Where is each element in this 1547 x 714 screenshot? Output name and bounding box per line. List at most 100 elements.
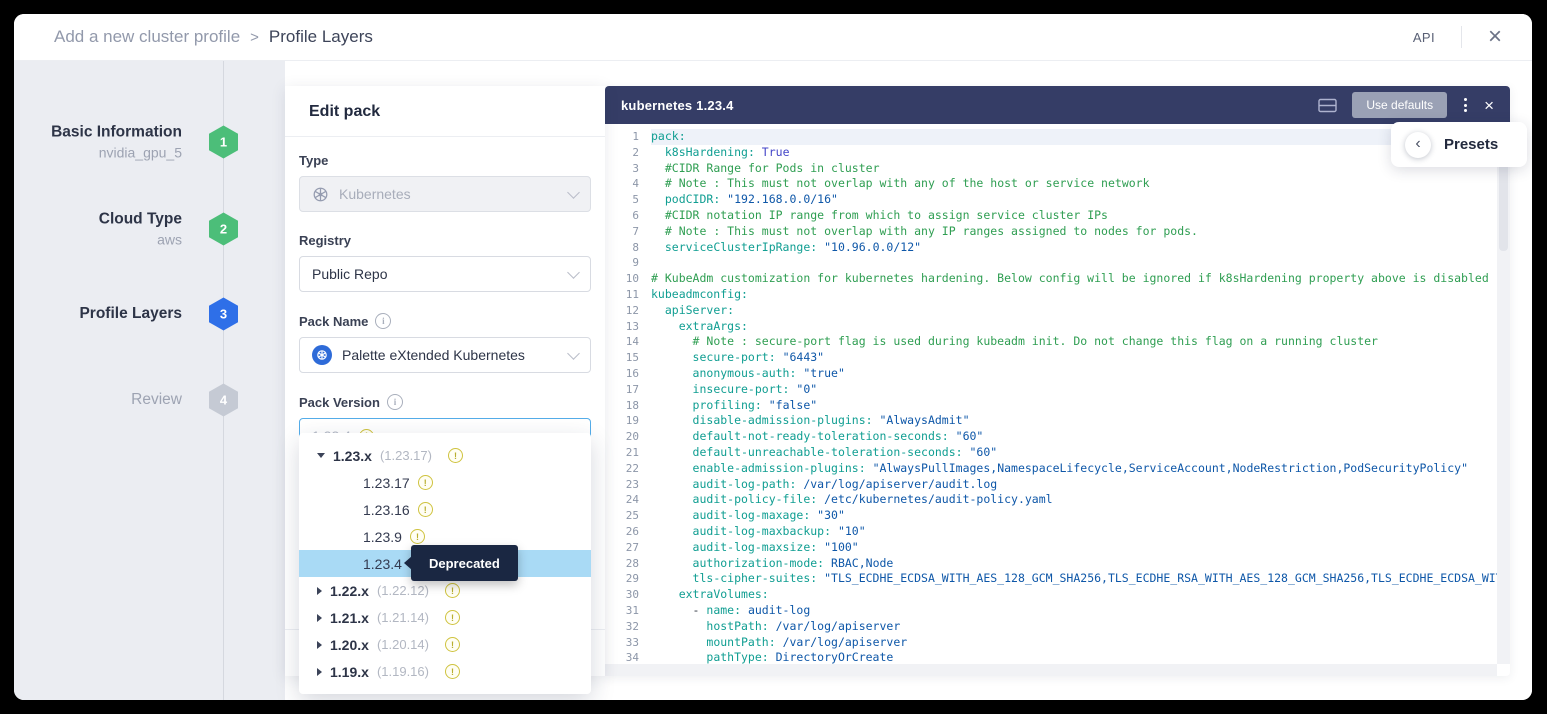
caret-right-icon[interactable] [317,614,322,622]
code-line-25[interactable]: audit-log-maxage: "30" [651,508,1510,524]
registry-value: Public Repo [312,266,388,282]
registry-label: Registry [299,233,351,248]
deprecated-warning-icon: ! [418,502,433,517]
deprecated-warning-icon: ! [445,637,460,652]
step-number-hexagon: 4 [209,384,238,417]
version-option-1.23.17[interactable]: 1.23.17! [299,469,591,496]
code-line-1[interactable]: pack: [651,129,1510,145]
presets-label: Presets [1444,136,1498,153]
deprecated-warning-icon: ! [445,664,460,679]
code-line-15[interactable]: secure-port: "6443" [651,350,1510,366]
version-group-1.23.x[interactable]: 1.23.x(1.23.17)! [299,442,591,469]
more-options-icon[interactable] [1462,96,1469,114]
step-label: Review [131,391,182,409]
code-line-8[interactable]: serviceClusterIpRange: "10.96.0.0/12" [651,240,1510,256]
deprecated-warning-icon: ! [445,583,460,598]
code-line-18[interactable]: profiling: "false" [651,398,1510,414]
registry-select[interactable]: Public Repo [299,256,591,292]
chevron-down-icon [567,186,580,199]
code-line-6[interactable]: #CIDR notation IP range from which to as… [651,208,1510,224]
editor-title: kubernetes 1.23.4 [621,98,734,113]
code-line-22[interactable]: enable-admission-plugins: "AlwaysPullIma… [651,461,1510,477]
code-line-4[interactable]: # Note : This must not overlap with any … [651,176,1510,192]
version-option-1.23.16[interactable]: 1.23.16! [299,496,591,523]
code-line-33[interactable]: mountPath: /var/log/apiserver [651,635,1510,651]
stepper-step-basic-information[interactable]: Basic Informationnvidia_gpu_51 [14,123,285,161]
step-label: Cloud Typeaws [99,211,182,248]
header-divider [1461,26,1462,48]
breadcrumb: Add a new cluster profile > Profile Laye… [54,27,373,47]
code-line-24[interactable]: audit-policy-file: /etc/kubernetes/audit… [651,492,1510,508]
use-defaults-button[interactable]: Use defaults [1352,92,1447,118]
code-line-10[interactable]: # KubeAdm customization for kubernetes h… [651,271,1510,287]
presets-panel: ‹ Presets [1391,122,1527,167]
breadcrumb-separator: > [250,29,259,46]
code-line-27[interactable]: audit-log-maxsize: "100" [651,540,1510,556]
code-line-2[interactable]: k8sHardening: True [651,145,1510,161]
chevron-down-icon [567,347,580,360]
version-group-1.20.x[interactable]: 1.20.x(1.20.14)! [299,631,591,658]
presets-collapse-button[interactable]: ‹ [1405,132,1431,158]
code-line-21[interactable]: default-unreachable-toleration-seconds: … [651,445,1510,461]
chevron-down-icon [567,266,580,279]
code-line-26[interactable]: audit-log-maxbackup: "10" [651,524,1510,540]
stepper-sidebar: Basic Informationnvidia_gpu_51 Cloud Type… [14,61,285,700]
code-line-30[interactable]: extraVolumes: [651,587,1510,603]
horizontal-scrollbar[interactable] [605,664,1497,676]
deprecated-warning-icon: ! [410,529,425,544]
info-icon[interactable]: i [387,394,403,410]
code-line-9[interactable] [651,255,1510,271]
code-line-23[interactable]: audit-log-path: /var/log/apiserver/audit… [651,477,1510,493]
code-line-28[interactable]: authorization-mode: RBAC,Node [651,556,1510,572]
caret-right-icon[interactable] [317,587,322,595]
deprecated-tooltip: Deprecated [411,545,518,581]
code-line-14[interactable]: # Note : secure-port flag is used during… [651,334,1510,350]
yaml-code[interactable]: pack: k8sHardening: True #CIDR Range for… [651,129,1510,676]
step-label: Profile Layers [79,305,182,323]
close-icon[interactable]: × [1488,25,1502,49]
code-line-11[interactable]: kubeadmconfig: [651,287,1510,303]
code-line-20[interactable]: default-not-ready-toleration-seconds: "6… [651,429,1510,445]
version-group-1.19.x[interactable]: 1.19.x(1.19.16)! [299,658,591,685]
code-line-12[interactable]: apiServer: [651,303,1510,319]
code-line-16[interactable]: anonymous-auth: "true" [651,366,1510,382]
step-label: Basic Informationnvidia_gpu_5 [51,124,182,161]
deprecated-warning-icon: ! [445,610,460,625]
stepper-step-review[interactable]: Review 4 [14,381,285,419]
api-link[interactable]: API [1413,30,1435,45]
code-line-32[interactable]: hostPath: /var/log/apiserver [651,619,1510,635]
code-line-31[interactable]: - name: audit-log [651,603,1510,619]
pack-name-select[interactable]: Palette eXtended Kubernetes [299,337,591,373]
edit-pack-title: Edit pack [285,86,605,137]
pack-name-label: Pack Name [299,314,368,329]
stepper-step-cloud-type[interactable]: Cloud Typeaws 2 [14,210,285,248]
step-number-hexagon: 2 [209,213,238,246]
code-line-5[interactable]: podCIDR: "192.168.0.0/16" [651,192,1510,208]
version-option-1.23.4[interactable]: 1.23.4!Deprecated [299,550,591,577]
caret-down-icon[interactable] [317,453,325,458]
pack-name-value: Palette eXtended Kubernetes [342,347,525,363]
code-line-29[interactable]: tls-cipher-suites: "TLS_ECDHE_ECDSA_WITH… [651,571,1510,587]
kubernetes-wheel-icon [312,186,329,203]
version-group-1.21.x[interactable]: 1.21.x(1.21.14)! [299,604,591,631]
split-view-icon[interactable] [1318,98,1337,113]
code-area[interactable]: 1234567891011121314151617181920212223242… [605,124,1510,676]
editor-close-icon[interactable]: × [1484,97,1494,114]
pack-logo-icon [312,345,332,365]
vertical-scrollbar[interactable] [1497,129,1510,664]
stepper-step-profile-layers[interactable]: Profile Layers3 [14,295,285,333]
breadcrumb-root[interactable]: Add a new cluster profile [54,27,240,47]
code-line-17[interactable]: insecure-port: "0" [651,382,1510,398]
line-number-gutter: 1234567891011121314151617181920212223242… [605,129,651,676]
caret-right-icon[interactable] [317,668,322,676]
code-line-19[interactable]: disable-admission-plugins: "AlwaysAdmit" [651,413,1510,429]
code-line-13[interactable]: extraArgs: [651,319,1510,335]
type-select: Kubernetes [299,176,591,212]
code-line-7[interactable]: # Note : This must not overlap with any … [651,224,1510,240]
caret-right-icon[interactable] [317,641,322,649]
code-line-3[interactable]: #CIDR Range for Pods in cluster [651,161,1510,177]
info-icon[interactable]: i [375,313,391,329]
version-group-1.22.x[interactable]: 1.22.x(1.22.12)! [299,577,591,604]
pack-version-label: Pack Version [299,395,380,410]
pack-version-dropdown: 1.23.x(1.23.17)!1.23.17!1.23.16!1.23.9!1… [299,433,591,694]
